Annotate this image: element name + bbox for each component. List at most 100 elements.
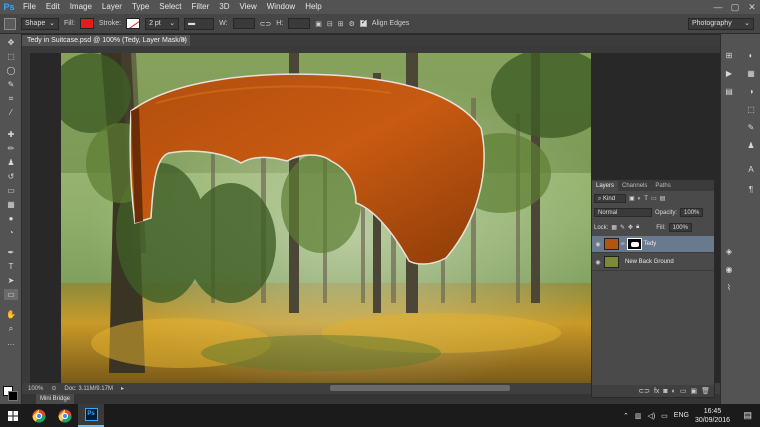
menu-filter[interactable]: Filter xyxy=(187,0,215,14)
lock-position-icon[interactable]: ✥ xyxy=(628,224,633,231)
filter-adjustment-icon[interactable]: ◐ xyxy=(638,196,642,202)
history-brush-tool-icon[interactable]: ↺ xyxy=(4,171,18,182)
actions-icon[interactable]: ▶ xyxy=(723,68,735,79)
volume-icon[interactable]: ◁) xyxy=(647,412,655,420)
hand-tool-icon[interactable]: ✋ xyxy=(4,309,18,320)
fill-color-swatch[interactable] xyxy=(79,18,94,29)
width-input[interactable] xyxy=(232,18,255,29)
properties-icon[interactable]: ▤ xyxy=(723,86,735,97)
swatches-icon[interactable]: ▦ xyxy=(745,68,757,79)
adjustments-icon[interactable]: ◑ xyxy=(745,86,757,97)
opacity-input[interactable]: 100% xyxy=(680,208,704,217)
chrome-taskbar-button-2[interactable] xyxy=(52,404,78,427)
menu-type[interactable]: Type xyxy=(127,0,154,14)
blend-mode-select[interactable]: Normal xyxy=(594,208,652,217)
kind-filter-select[interactable]: ⌕ Kind xyxy=(594,194,626,203)
color-icon[interactable]: ◐ xyxy=(745,50,757,61)
healing-brush-tool-icon[interactable]: ✚ xyxy=(4,129,18,140)
zoom-level[interactable]: 100% xyxy=(28,386,43,392)
tab-channels[interactable]: Channels xyxy=(618,181,651,191)
workspace-select[interactable]: Photography ⌄ xyxy=(688,17,754,30)
path-alignment-icon[interactable]: ⊟ xyxy=(327,20,333,28)
chrome-taskbar-button[interactable] xyxy=(26,404,52,427)
photoshop-taskbar-button[interactable]: Ps xyxy=(78,404,104,427)
notifications-icon[interactable]: ▤ xyxy=(743,410,752,421)
menu-help[interactable]: Help xyxy=(300,0,326,14)
tab-layers[interactable]: Layers xyxy=(592,181,619,191)
new-layer-icon[interactable]: ▣ xyxy=(690,387,697,395)
paragraph-icon[interactable]: ¶ xyxy=(745,184,757,195)
menu-image[interactable]: Image xyxy=(65,0,97,14)
clock[interactable]: 16:45 30/09/2016 xyxy=(695,407,730,425)
lock-image-icon[interactable]: ✎ xyxy=(620,224,625,231)
channels-panel-icon[interactable]: ◉ xyxy=(723,264,735,275)
lock-all-icon[interactable]: 🔒︎ xyxy=(636,224,639,231)
type-tool-icon[interactable]: T xyxy=(4,261,18,272)
character-icon[interactable]: A xyxy=(745,164,757,175)
document-canvas[interactable] xyxy=(61,53,591,383)
add-mask-icon[interactable]: ◙ xyxy=(663,388,667,395)
status-arrow-icon[interactable]: ▸ xyxy=(121,385,124,392)
shape-tool-preset-icon[interactable] xyxy=(4,17,16,30)
filter-pixel-icon[interactable]: ▣ xyxy=(629,195,635,202)
eye-icon[interactable]: ◉ xyxy=(592,241,604,248)
menu-file[interactable]: File xyxy=(18,0,41,14)
eye-icon[interactable]: ◉ xyxy=(592,259,604,266)
layer-row-background[interactable]: ◉ New Back Ground xyxy=(592,254,714,271)
layer-mask-thumbnail[interactable] xyxy=(626,238,642,250)
menu-view[interactable]: View xyxy=(235,0,262,14)
fill-input[interactable]: 100% xyxy=(668,223,692,232)
chain-link-icon[interactable]: ∞ xyxy=(621,241,625,247)
minimize-icon[interactable]: — xyxy=(710,0,726,14)
menu-select[interactable]: Select xyxy=(154,0,186,14)
stroke-width-select[interactable]: 2 pt ⌄ xyxy=(145,17,180,30)
brush-presets-icon[interactable]: ✎ xyxy=(745,122,757,133)
path-select-tool-icon[interactable]: ➤ xyxy=(4,275,18,286)
doc-size[interactable]: Doc: 3.11M/9.17M xyxy=(64,386,113,392)
trash-icon[interactable]: 🗑︎ xyxy=(701,387,710,395)
close-icon[interactable]: ✕ xyxy=(744,0,760,14)
document-tab[interactable]: Tedy in Suitcase.psd @ 100% (Tedy, Layer… xyxy=(22,35,190,55)
clone-source-icon[interactable]: ♟ xyxy=(745,140,757,151)
lasso-tool-icon[interactable]: ◯ xyxy=(4,65,18,76)
language-indicator[interactable]: ENG xyxy=(674,412,689,419)
dodge-tool-icon[interactable]: ◔ xyxy=(4,227,18,238)
path-operations-icon[interactable]: ▣ xyxy=(315,20,322,28)
styles-icon[interactable]: ⬚ xyxy=(745,104,757,115)
battery-icon[interactable]: ▭ xyxy=(661,412,668,420)
filter-type-icon[interactable]: T xyxy=(644,196,648,202)
tab-paths[interactable]: Paths xyxy=(651,181,674,191)
history-icon[interactable]: ⊞ xyxy=(723,50,735,61)
more-tools-icon[interactable]: ··· xyxy=(4,339,18,350)
tool-mode-select[interactable]: Shape ⌄ xyxy=(21,17,59,30)
fx-icon[interactable]: fx xyxy=(654,388,659,395)
lock-transparent-icon[interactable]: ▦ xyxy=(611,224,617,231)
close-tab-icon[interactable]: × xyxy=(182,35,186,46)
menu-3d[interactable]: 3D xyxy=(214,0,234,14)
height-input[interactable] xyxy=(288,18,311,29)
layer-row-tedy[interactable]: ◉ ∞ Tedy xyxy=(592,236,714,253)
pen-tool-icon[interactable]: ✒ xyxy=(4,247,18,258)
stroke-color-swatch[interactable] xyxy=(126,18,141,29)
gear-icon[interactable]: ⚙ xyxy=(349,20,355,28)
stroke-type-select[interactable]: ▬ xyxy=(184,17,215,30)
link-layers-icon[interactable]: ⊂⊃ xyxy=(638,387,650,395)
align-edges-checkbox[interactable] xyxy=(359,18,367,27)
move-tool-icon[interactable]: ✥ xyxy=(4,37,18,48)
filter-smart-object-icon[interactable]: ▤ xyxy=(660,195,666,202)
menu-edit[interactable]: Edit xyxy=(41,0,65,14)
path-arrangement-icon[interactable]: ⊞ xyxy=(338,20,344,28)
group-icon[interactable]: ▭ xyxy=(680,387,687,395)
tray-arrow-icon[interactable]: ⌃ xyxy=(623,412,629,420)
background-color-swatch[interactable] xyxy=(8,391,18,401)
marquee-tool-icon[interactable]: ⬚ xyxy=(4,51,18,62)
eraser-tool-icon[interactable]: ▭ xyxy=(4,185,18,196)
link-icon[interactable]: ⊂⊃ xyxy=(260,20,272,28)
menu-window[interactable]: Window xyxy=(262,0,300,14)
layers-panel-icon[interactable]: ◈ xyxy=(723,246,735,257)
maximize-icon[interactable]: ▢ xyxy=(727,0,743,14)
gradient-tool-icon[interactable]: ▦ xyxy=(4,199,18,210)
brush-tool-icon[interactable]: ✏ xyxy=(4,143,18,154)
rectangle-shape-tool-icon[interactable]: ▭ xyxy=(4,289,18,300)
paths-panel-icon[interactable]: ⌇ xyxy=(723,282,735,293)
